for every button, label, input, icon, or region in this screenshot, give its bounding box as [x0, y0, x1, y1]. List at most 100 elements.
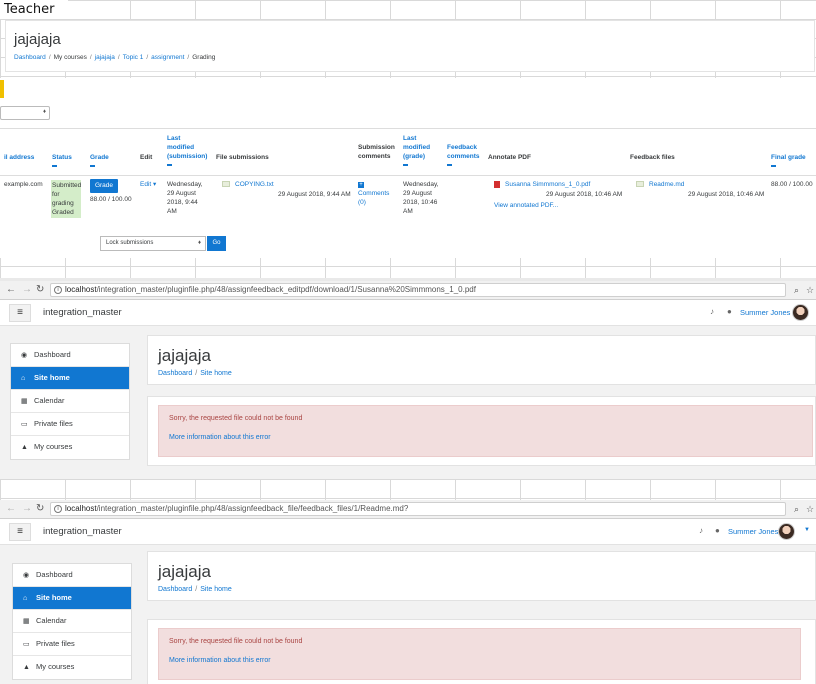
- page-title: jajajaja: [158, 562, 211, 581]
- error-alert: Sorry, the requested file could not be f…: [158, 405, 813, 457]
- file-icon: ▭: [21, 421, 28, 428]
- breadcrumb-course[interactable]: jajajaja: [95, 54, 115, 61]
- cell-submission-comments[interactable]: + Comments (0): [358, 180, 389, 207]
- cell-last-modified-submission: Wednesday, 29 August 2018, 9:44 AM: [167, 181, 203, 215]
- info-icon[interactable]: i: [54, 505, 62, 513]
- browser-toolbar: ← → ↻ i localhost/integration_master/plu…: [0, 281, 816, 300]
- breadcrumb-site-home[interactable]: Site home: [200, 586, 232, 593]
- url-host: localhost: [65, 285, 97, 294]
- error-region: Sorry, the requested file could not be f…: [147, 619, 816, 684]
- sidebar-item-private-files[interactable]: ▭ Private files: [11, 413, 129, 436]
- zoom-icon[interactable]: ⌕: [794, 284, 799, 296]
- reload-icon[interactable]: ↻: [36, 284, 44, 296]
- expand-icon[interactable]: +: [358, 182, 364, 188]
- error-region: Sorry, the requested file could not be f…: [147, 396, 816, 466]
- avatar[interactable]: [792, 304, 809, 321]
- menu-toggle-icon[interactable]: ≡: [9, 304, 31, 322]
- chat-icon[interactable]: ●: [715, 526, 720, 535]
- address-bar[interactable]: i localhost/integration_master/pluginfil…: [50, 502, 786, 516]
- breadcrumb-site-home[interactable]: Site home: [200, 370, 232, 377]
- info-icon[interactable]: i: [54, 286, 62, 294]
- teacher-grading-panel: Teacher jajajaja Dashboard / My courses / ja…: [0, 0, 816, 278]
- graduation-cap-icon: ▲: [21, 444, 28, 451]
- menu-toggle-icon[interactable]: ≡: [9, 523, 31, 541]
- breadcrumb-topic[interactable]: Topic 1: [123, 54, 144, 61]
- bookmark-star-icon[interactable]: ☆: [806, 503, 814, 515]
- back-arrow-icon[interactable]: ←: [6, 503, 16, 515]
- go-button[interactable]: Go: [207, 236, 226, 251]
- back-arrow-icon[interactable]: ←: [6, 284, 16, 296]
- home-icon: ⌂: [21, 375, 26, 382]
- chevron-down-icon[interactable]: ▼: [804, 527, 810, 533]
- comments-count[interactable]: (0): [358, 199, 366, 206]
- sidebar-item-calendar[interactable]: ▦ Calendar: [11, 390, 129, 413]
- sidebar-item-private-files[interactable]: ▭ Private files: [13, 633, 131, 656]
- col-last-modified-submission[interactable]: Last modified (submission): [167, 134, 207, 166]
- annotated-pdf-link[interactable]: Susanna Simmmons_1_0.pdf: [505, 181, 590, 188]
- col-file-submissions: File submissions: [216, 154, 269, 161]
- breadcrumb-dashboard[interactable]: Dashboard: [158, 370, 192, 377]
- sidebar-item-site-home[interactable]: ⌂ Site home: [11, 367, 129, 390]
- bulk-action-select[interactable]: Lock submissions ♦: [100, 236, 206, 251]
- site-navbar: ≡ integration_master ♪ ● Summer Jones ▼: [0, 519, 816, 545]
- page-header: jajajaja Dashboard / Site home: [147, 551, 816, 601]
- breadcrumb: Dashboard / Site home: [158, 370, 232, 377]
- avatar[interactable]: [778, 523, 795, 540]
- sidebar-item-dashboard[interactable]: ◉ Dashboard: [11, 344, 129, 367]
- sidebar-item-site-home[interactable]: ⌂ Site home: [13, 587, 131, 610]
- sidebar-item-calendar[interactable]: ▦ Calendar: [13, 610, 131, 633]
- dashboard-icon: ◉: [23, 572, 30, 579]
- cell-feedback-date: 29 August 2018, 10:46 AM: [688, 191, 765, 198]
- error-message: Sorry, the requested file could not be f…: [169, 415, 303, 422]
- view-annotated-pdf-link[interactable]: View annotated PDF...: [494, 201, 558, 210]
- cell-final-grade: 88.00 / 100.00: [771, 181, 813, 188]
- col-submission-comments: Submission comments: [358, 144, 395, 160]
- site-navbar: ≡ integration_master ♪ ● Summer Jones: [0, 300, 816, 326]
- options-select[interactable]: ♦: [0, 106, 50, 120]
- cell-annotate-pdf: Susanna Simmmons_1_0.pdf: [494, 180, 590, 189]
- col-feedback-comments[interactable]: Feedback comments: [447, 143, 480, 166]
- error-more-info-link[interactable]: More information about this error: [169, 434, 271, 441]
- forward-arrow-icon[interactable]: →: [22, 284, 32, 296]
- sidebar-item-my-courses[interactable]: ▲ My courses: [13, 656, 131, 679]
- col-email[interactable]: il address: [4, 153, 34, 162]
- forward-arrow-icon[interactable]: →: [22, 503, 32, 515]
- sheet-grid-gap: [0, 479, 816, 500]
- page-title: jajajaja: [158, 346, 211, 365]
- error-more-info-link[interactable]: More information about this error: [169, 657, 271, 664]
- bell-icon[interactable]: ♪: [699, 526, 703, 535]
- browser-window-pdf: ← → ↻ i localhost/integration_master/plu…: [0, 281, 816, 479]
- site-name[interactable]: integration_master: [43, 526, 122, 537]
- site-name[interactable]: integration_master: [43, 307, 122, 318]
- submission-file-link[interactable]: COPYING.txt: [235, 181, 274, 188]
- user-menu-name[interactable]: Summer Jones: [728, 527, 778, 536]
- grade-button[interactable]: Grade: [90, 179, 118, 193]
- cell-file-date: 29 August 2018, 9:44 AM: [278, 191, 351, 198]
- breadcrumb-dashboard[interactable]: Dashboard: [158, 586, 192, 593]
- col-status[interactable]: Status: [52, 153, 72, 167]
- zoom-icon[interactable]: ⌕: [794, 503, 799, 515]
- chat-icon[interactable]: ●: [727, 307, 732, 316]
- col-last-modified-grade[interactable]: Last modified (grade): [403, 134, 430, 166]
- col-final-grade[interactable]: Final grade: [771, 153, 806, 167]
- cell-last-modified-grade: Wednesday, 29 August 2018, 10:46 AM: [403, 181, 439, 215]
- feedback-file-link[interactable]: Readme.md: [649, 181, 684, 188]
- graduation-cap-icon: ▲: [23, 664, 30, 671]
- bell-icon[interactable]: ♪: [710, 307, 714, 316]
- user-menu-name[interactable]: Summer Jones: [740, 308, 790, 317]
- breadcrumb-dashboard[interactable]: Dashboard: [14, 54, 46, 61]
- url-path: /integration_master/pluginfile.php/48/as…: [96, 504, 409, 513]
- dashboard-icon: ◉: [21, 352, 28, 359]
- bookmark-star-icon[interactable]: ☆: [806, 284, 814, 296]
- sidebar-item-dashboard[interactable]: ◉ Dashboard: [13, 564, 131, 587]
- chevron-down-icon: ▾: [153, 181, 157, 188]
- sidebar-item-my-courses[interactable]: ▲ My courses: [11, 436, 129, 459]
- address-bar[interactable]: i localhost/integration_master/pluginfil…: [50, 283, 786, 297]
- error-message: Sorry, the requested file could not be f…: [169, 638, 303, 645]
- col-grade[interactable]: Grade: [90, 153, 109, 167]
- breadcrumb-assignment[interactable]: assignment: [151, 54, 184, 61]
- grading-table-header: il address Status Grade Edit Last modifi…: [0, 128, 816, 176]
- reload-icon[interactable]: ↻: [36, 503, 44, 515]
- comments-link[interactable]: Comments: [358, 190, 389, 197]
- edit-menu[interactable]: Edit ▾: [140, 180, 156, 189]
